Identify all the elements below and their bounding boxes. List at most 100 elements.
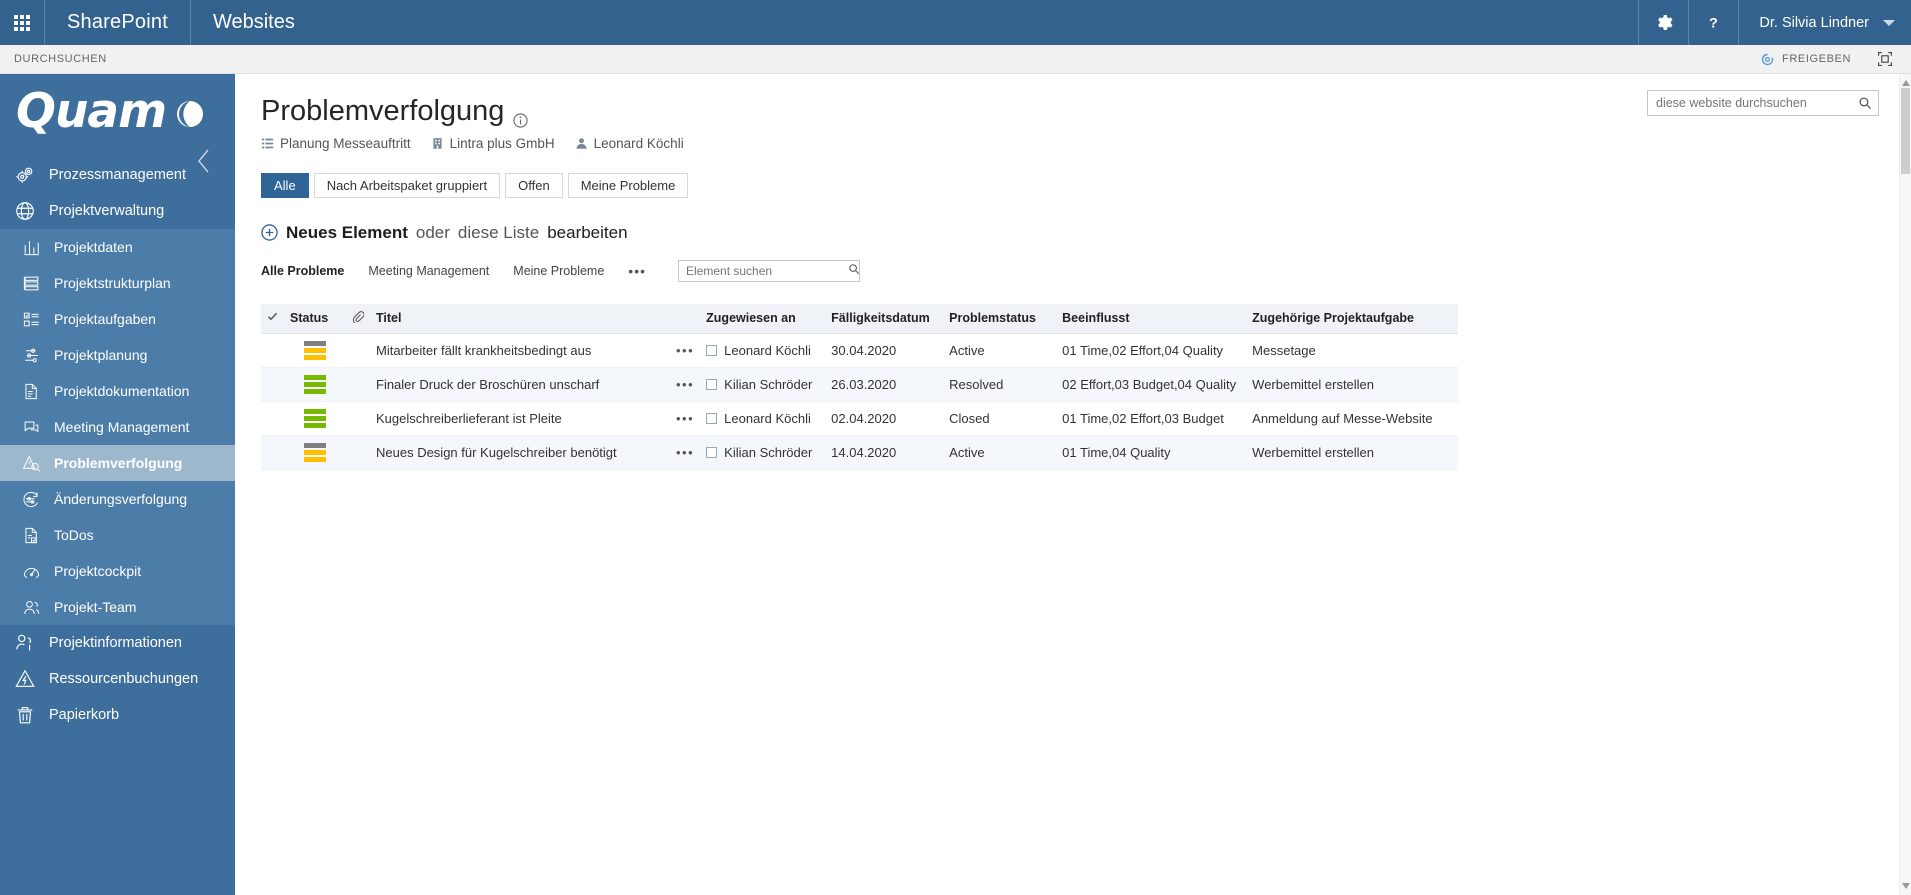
- search-icon[interactable]: [848, 263, 860, 278]
- quam-logo[interactable]: Quam: [0, 74, 235, 173]
- plus-circle-icon[interactable]: [261, 224, 278, 242]
- info-icon[interactable]: [513, 104, 529, 129]
- site-name-link[interactable]: Websites: [191, 0, 317, 45]
- sidebar-item-aenderungsverfolgung[interactable]: Änderungsverfolgung: [0, 481, 235, 517]
- status-cell: [284, 333, 346, 368]
- sidebar-item-projektdokumentation[interactable]: Projektdokumentation: [0, 373, 235, 409]
- sidebar-item-projektdaten[interactable]: Projektdaten: [0, 229, 235, 265]
- tasklist-icon: [22, 310, 41, 329]
- filter-more-button[interactable]: •••: [628, 263, 646, 279]
- row-menu-button[interactable]: •••: [676, 445, 694, 460]
- search-input[interactable]: [1648, 96, 1852, 110]
- row-menu-button[interactable]: •••: [676, 411, 694, 426]
- page-scrollbar[interactable]: [1899, 74, 1911, 895]
- sidebar-item-projektinformationen[interactable]: Projektinformationen: [0, 625, 235, 661]
- gears-icon: [14, 164, 36, 186]
- presence-checkbox[interactable]: [706, 378, 718, 390]
- sidebar-item-label: Meeting Management: [54, 419, 190, 435]
- list-icon: [261, 138, 274, 149]
- related-task: Werbemittel erstellen: [1246, 367, 1458, 402]
- sidebar-item-projektaufgaben[interactable]: Projektaufgaben: [0, 301, 235, 337]
- logo-text: Quam: [16, 84, 167, 139]
- svg-text:?: ?: [1710, 15, 1719, 31]
- sidebar-item-projekt-team[interactable]: Projekt-Team: [0, 589, 235, 625]
- issue-title-link[interactable]: Kugelschreiberlieferant ist Pleite: [376, 411, 562, 426]
- assigned-name[interactable]: Kilian Schröder: [724, 445, 812, 460]
- table-row[interactable]: Kugelschreiberlieferant ist Pleite ••• L…: [261, 401, 1458, 436]
- table-header-row: Status Titel Zugewiesen an Fälligkeitsda…: [261, 303, 1458, 334]
- filter-alle-probleme[interactable]: Alle Probleme: [261, 264, 344, 278]
- filter-meine-probleme[interactable]: Meine Probleme: [513, 264, 604, 278]
- sidebar-item-ressourcenbuchungen[interactable]: Ressourcenbuchungen: [0, 661, 235, 697]
- assigned-name[interactable]: Leonard Köchli: [724, 343, 811, 358]
- breadcrumb-item-person[interactable]: Leonard Köchli: [575, 136, 684, 151]
- column-title[interactable]: Titel: [370, 303, 670, 334]
- edit-list-link[interactable]: diese Liste: [458, 223, 539, 243]
- scroll-up-arrow-icon[interactable]: [1902, 78, 1910, 86]
- edit-list-tail[interactable]: bearbeiten: [547, 223, 627, 243]
- sidebar-item-projektplanung[interactable]: Projektplanung: [0, 337, 235, 373]
- column-assigned-to[interactable]: Zugewiesen an: [700, 303, 826, 334]
- table-row[interactable]: Neues Design für Kugelschreiber benötigt…: [261, 435, 1458, 470]
- column-status[interactable]: Status: [284, 303, 346, 334]
- breadcrumb-item-project[interactable]: Planung Messeauftritt: [261, 136, 411, 151]
- issue-title-link[interactable]: Mitarbeiter fällt krankheitsbedingt aus: [376, 343, 591, 358]
- app-launcher-button[interactable]: [0, 0, 45, 45]
- column-attachments[interactable]: [346, 303, 370, 334]
- sidebar-item-papierkorb[interactable]: Papierkorb: [0, 697, 235, 733]
- help-button[interactable]: ?: [1688, 0, 1738, 45]
- sidebar-item-todos[interactable]: ToDos: [0, 517, 235, 553]
- sharepoint-brand[interactable]: SharePoint: [45, 0, 191, 45]
- scroll-down-arrow-icon[interactable]: [1902, 883, 1910, 891]
- row-menu-button[interactable]: •••: [676, 343, 694, 358]
- site-search-box[interactable]: [1647, 90, 1879, 116]
- row-menu-button[interactable]: •••: [676, 377, 694, 392]
- table-row[interactable]: Finaler Druck der Broschüren unscharf ••…: [261, 367, 1458, 402]
- table-row[interactable]: Mitarbeiter fällt krankheitsbedingt aus …: [261, 333, 1458, 368]
- new-item-row: Neues Element oder diese Liste bearbeite…: [261, 223, 1911, 243]
- settings-button[interactable]: [1638, 0, 1688, 45]
- due-date: 26.03.2020: [825, 367, 944, 402]
- issue-title-link[interactable]: Finaler Druck der Broschüren unscharf: [376, 377, 599, 392]
- view-tab-alle[interactable]: Alle: [261, 172, 309, 198]
- sidebar-item-meeting-management[interactable]: Meeting Management: [0, 409, 235, 445]
- tab-durchsuchen[interactable]: DURCHSUCHEN: [0, 53, 121, 65]
- view-tab-nach-arbeitspaket[interactable]: Nach Arbeitspaket gruppiert: [313, 172, 501, 198]
- influenced: 02 Effort,03 Budget,04 Quality: [1056, 367, 1247, 402]
- assigned-name[interactable]: Leonard Köchli: [724, 411, 811, 426]
- user-menu[interactable]: Dr. Silvia Lindner: [1738, 0, 1911, 45]
- sidebar-item-label: Projektcockpit: [54, 563, 142, 579]
- focus-on-content-button[interactable]: [1867, 51, 1911, 67]
- new-item-link[interactable]: Neues Element: [286, 223, 408, 243]
- share-button[interactable]: FREIGEBEN: [1744, 52, 1867, 67]
- list-search-input[interactable]: [679, 263, 849, 278]
- presence-checkbox[interactable]: [706, 446, 718, 458]
- scrollbar-thumb[interactable]: [1901, 88, 1910, 174]
- column-due-date[interactable]: Fälligkeitsdatum: [825, 303, 944, 334]
- column-issue-status[interactable]: Problemstatus: [943, 303, 1057, 334]
- view-tab-meine-probleme[interactable]: Meine Probleme: [567, 172, 689, 198]
- sidebar-item-problemverfolgung[interactable]: Problemverfolgung: [0, 445, 235, 481]
- column-related-task[interactable]: Zugehörige Projektaufgabe: [1246, 303, 1458, 334]
- column-select-all[interactable]: [261, 303, 284, 334]
- presence-checkbox[interactable]: [706, 344, 718, 356]
- sidebar-item-projektcockpit[interactable]: Projektcockpit: [0, 553, 235, 589]
- issue-status: Active: [943, 333, 1057, 368]
- assigned-cell: Leonard Köchli: [700, 333, 826, 368]
- breadcrumb-item-company[interactable]: Lintra plus GmbH: [431, 136, 555, 151]
- sidebar-item-projektstrukturplan[interactable]: Projektstrukturplan: [0, 265, 235, 301]
- sidebar-item-projektverwaltung[interactable]: Projektverwaltung: [0, 193, 235, 229]
- collapse-nav-button[interactable]: [193, 146, 215, 176]
- search-icon[interactable]: [1852, 96, 1878, 110]
- assigned-name[interactable]: Kilian Schröder: [724, 377, 812, 392]
- filter-meeting-management[interactable]: Meeting Management: [368, 264, 489, 278]
- page-title-text: Problemverfolgung: [261, 95, 505, 127]
- share-icon: [1761, 53, 1774, 65]
- content-area: Problemverfolgung Planung Messeauftritt …: [235, 74, 1911, 470]
- column-influenced[interactable]: Beeinflusst: [1056, 303, 1247, 334]
- issue-title-link[interactable]: Neues Design für Kugelschreiber benötigt: [376, 445, 617, 460]
- sidebar-item-label: Projektstrukturplan: [54, 275, 171, 291]
- presence-checkbox[interactable]: [706, 412, 718, 424]
- view-tab-offen[interactable]: Offen: [505, 172, 563, 198]
- list-search-box[interactable]: [678, 259, 861, 282]
